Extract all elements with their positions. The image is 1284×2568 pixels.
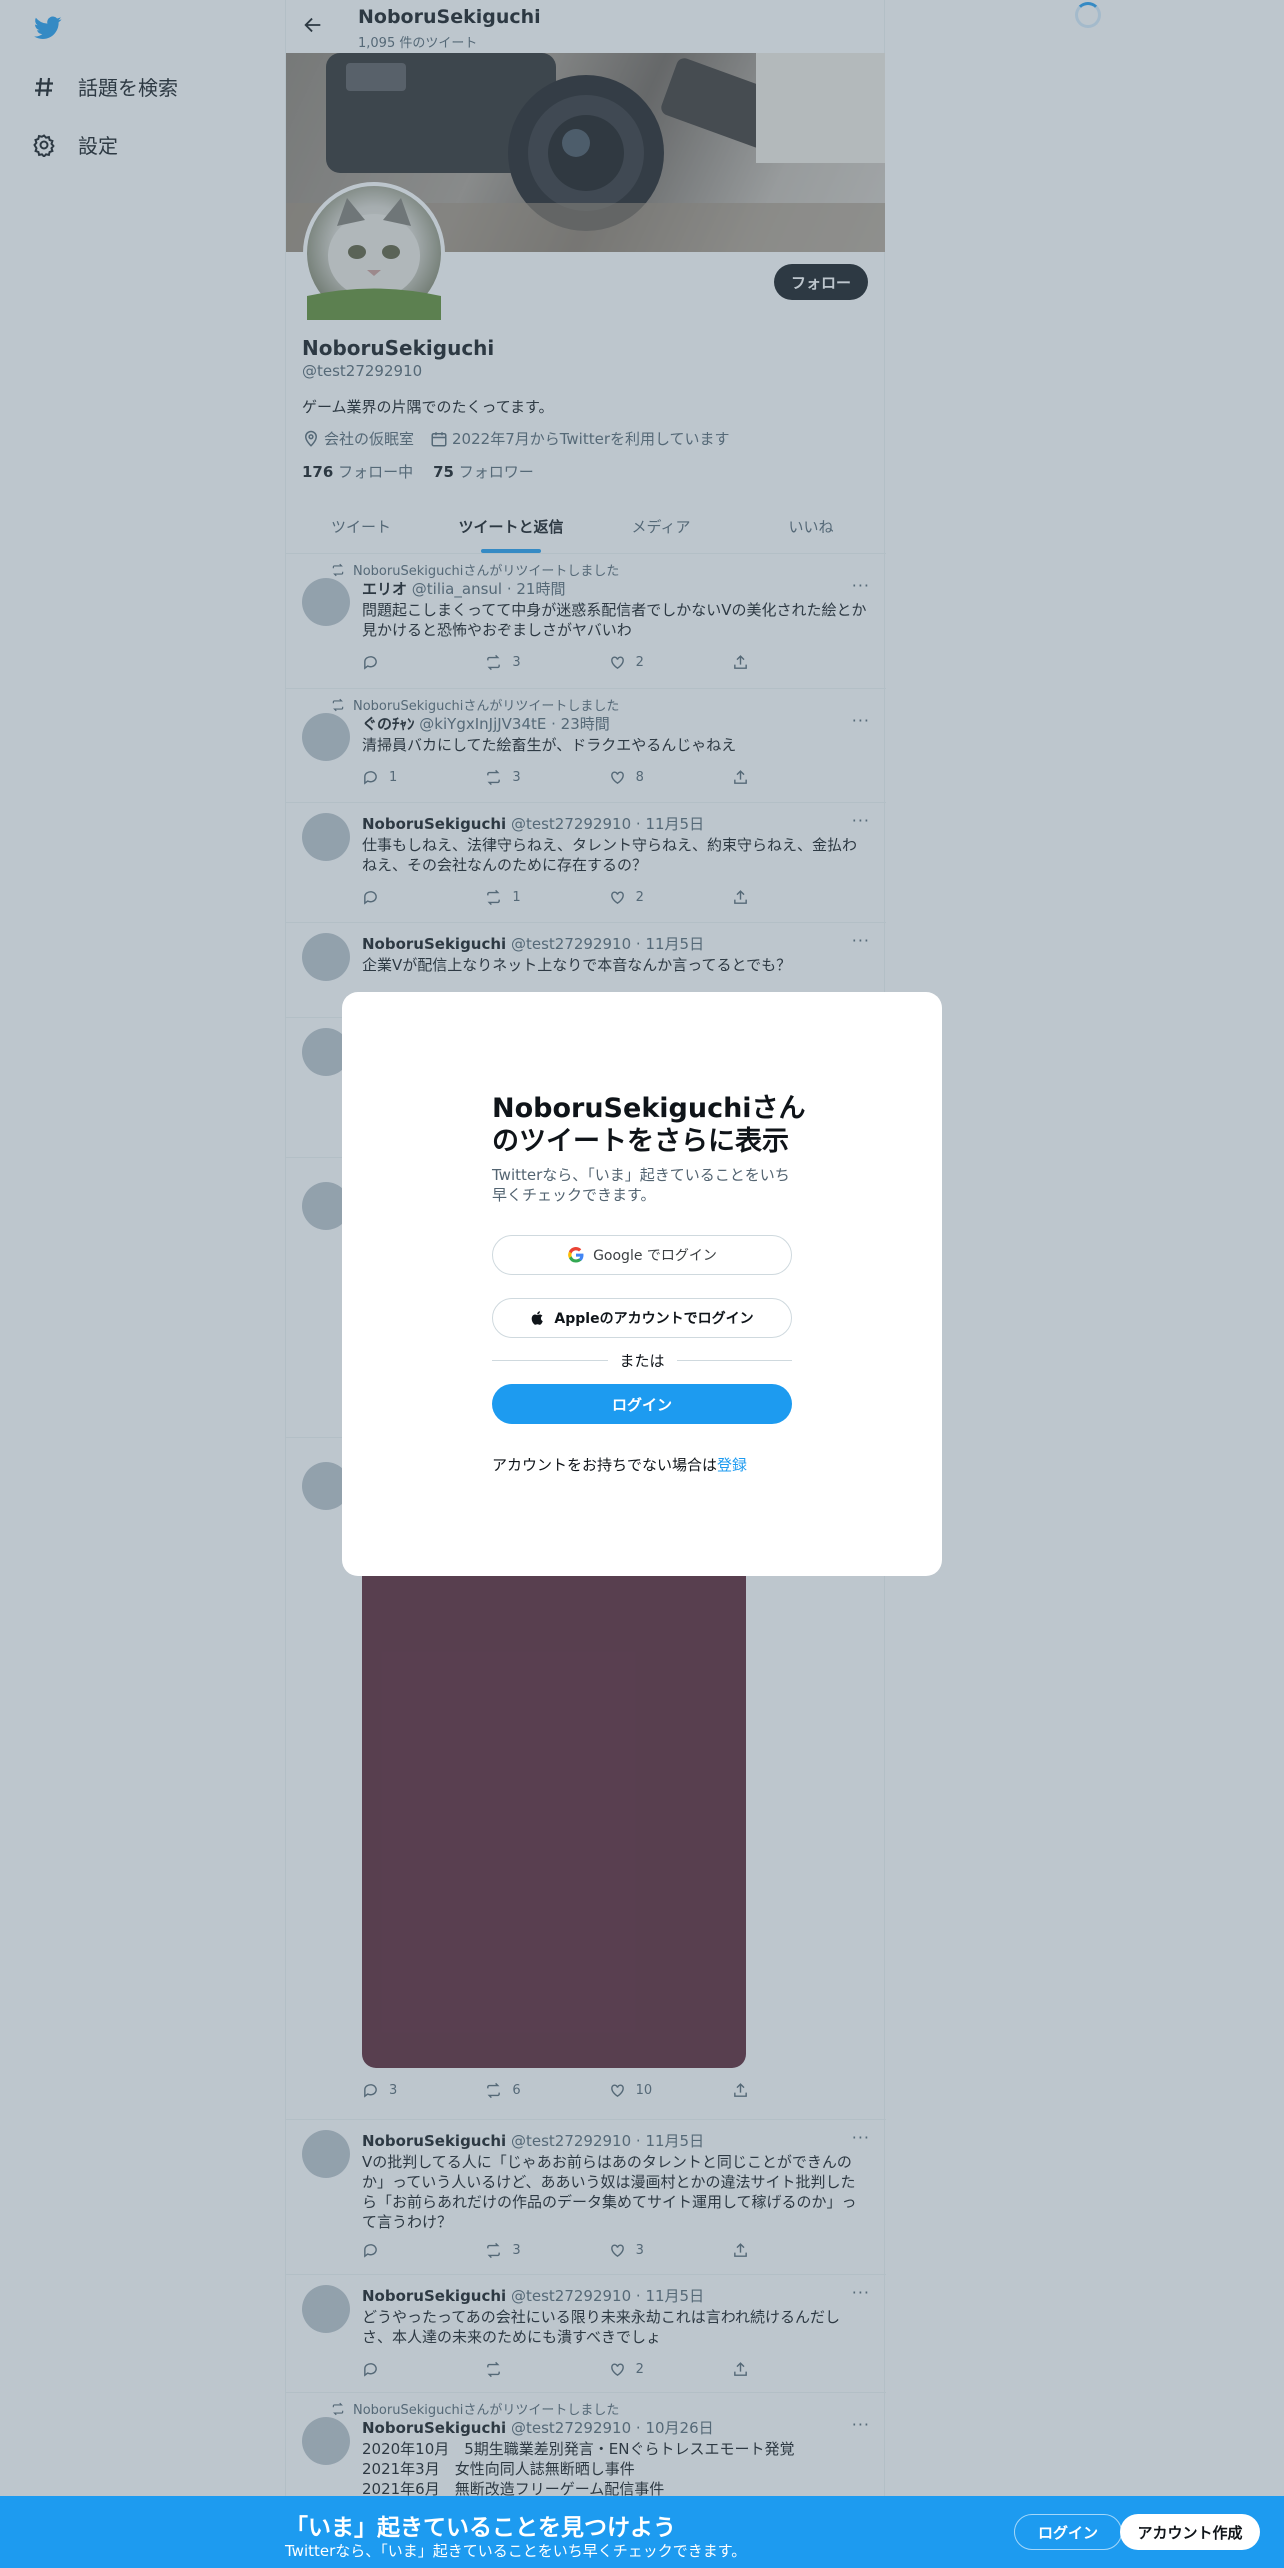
bottom-bar-title: 「いま」起きていることを見つけよう [285,2515,676,2541]
signup-prompt: アカウントをお持ちでない場合は登録 [492,1454,747,1475]
google-login-label: Google でログイン [593,1248,717,1264]
apple-icon [532,1311,544,1325]
apple-login-button[interactable]: Appleのアカウントでログイン [492,1298,792,1338]
signup-link[interactable]: 登録 [717,1456,747,1474]
divider-line [676,1360,793,1361]
login-modal: NoboruSekiguchiさんのツイートをさらに表示 Twitterなら、「… [342,992,942,1576]
login-button[interactable]: ログイン [492,1384,792,1424]
or-divider: または [492,1350,793,1371]
bottom-signup-bar: 「いま」起きていることを見つけよう Twitterなら、「いま」起きていることを… [0,2496,1284,2568]
modal-title: NoboruSekiguchiさんのツイートをさらに表示 [492,1093,806,1157]
bottom-login-button[interactable]: ログイン [1014,2514,1122,2550]
google-login-button[interactable]: Google でログイン [492,1235,792,1275]
bottom-signup-button[interactable]: アカウント作成 [1120,2514,1260,2550]
modal-subtitle: Twitterなら、「いま」起きていることをいち早くチェックできます。 [492,1166,790,1204]
signup-prompt-text: アカウントをお持ちでない場合は [492,1456,718,1474]
or-label: または [619,1352,665,1370]
bottom-bar-subtitle: Twitterなら、「いま」起きていることをいち早くチェックできます。 [285,2542,747,2560]
google-icon [568,1246,584,1263]
divider-line [492,1360,608,1361]
apple-login-label: Appleのアカウントでログイン [554,1311,754,1327]
